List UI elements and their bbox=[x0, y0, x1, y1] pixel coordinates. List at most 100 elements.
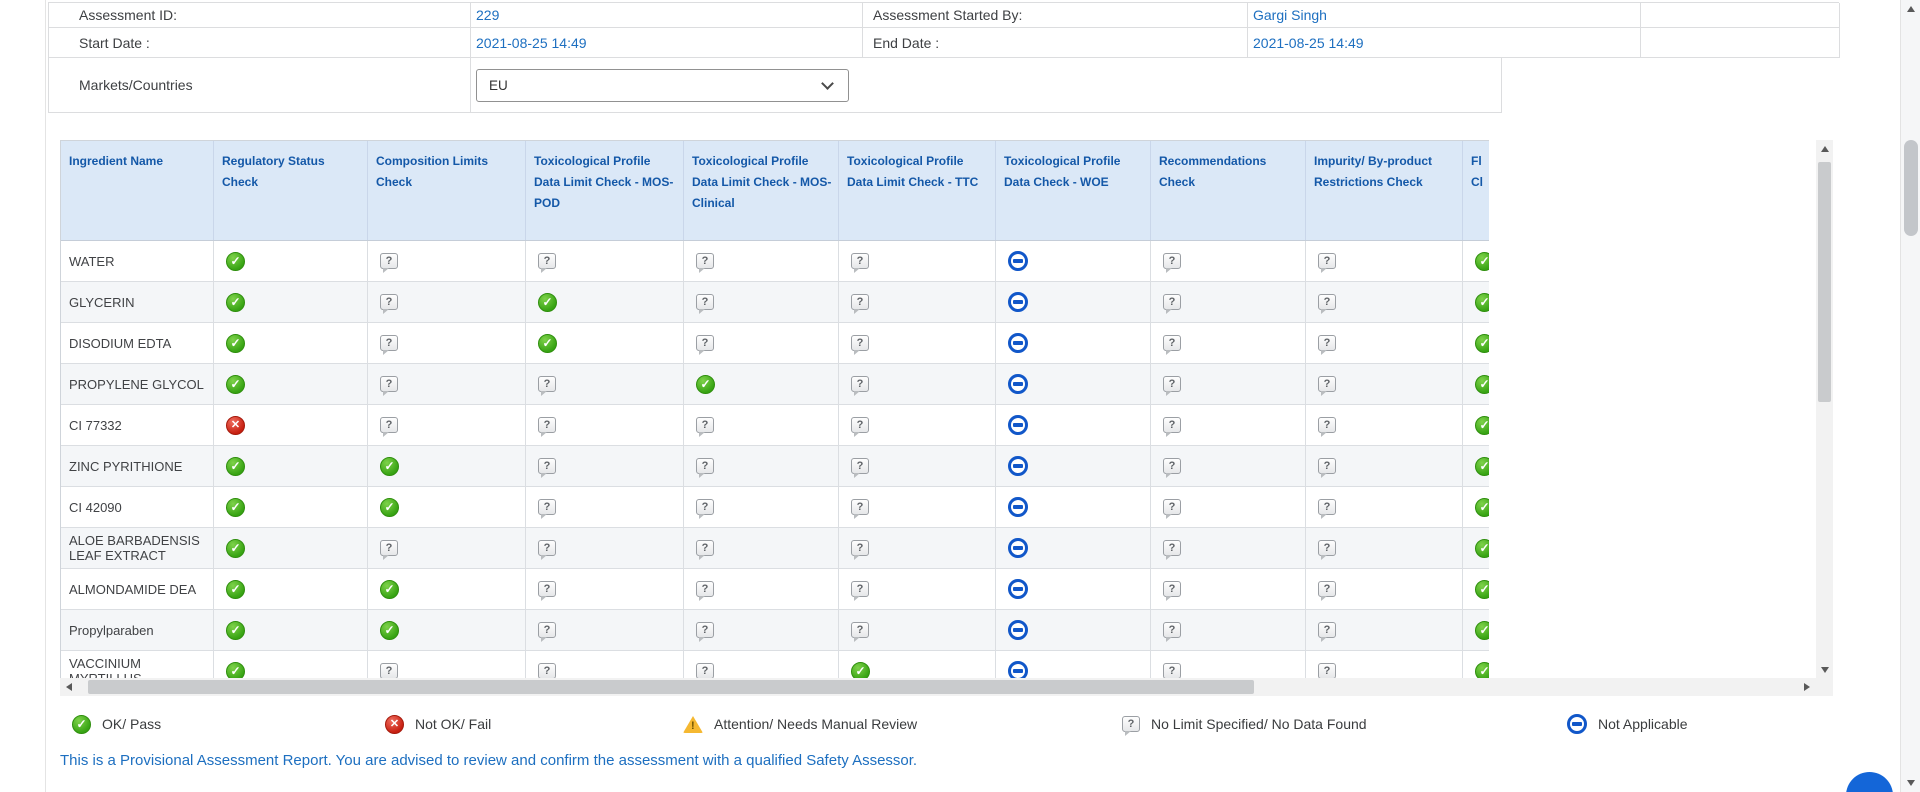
column-header: Toxicological Profile Data Limit Check -… bbox=[839, 141, 996, 240]
table-scroll-down-button[interactable] bbox=[1816, 661, 1833, 678]
no-data-icon bbox=[1163, 581, 1181, 601]
status-cell bbox=[526, 323, 684, 363]
no-data-icon bbox=[1163, 499, 1181, 519]
assessment-started-by-value[interactable]: Gargi Singh bbox=[1248, 3, 1641, 28]
status-cell bbox=[1306, 487, 1463, 527]
no-data-icon bbox=[538, 253, 556, 273]
pass-icon bbox=[380, 456, 399, 476]
status-cell bbox=[368, 487, 526, 527]
column-header: Ingredient Name bbox=[61, 141, 214, 240]
pass-icon bbox=[1475, 497, 1489, 517]
status-cell bbox=[1151, 610, 1306, 650]
status-cell bbox=[214, 610, 368, 650]
status-cell bbox=[526, 651, 684, 678]
status-cell bbox=[1463, 241, 1489, 281]
page-scroll-up-button[interactable] bbox=[1901, 0, 1920, 18]
ingredient-name-cell: Propylparaben bbox=[61, 610, 214, 650]
table-vertical-scrollbar-thumb[interactable] bbox=[1818, 162, 1831, 402]
not-applicable-icon bbox=[1008, 497, 1028, 517]
ingredient-name-cell: DISODIUM EDTA bbox=[61, 323, 214, 363]
page-scroll-down-button[interactable] bbox=[1901, 774, 1920, 792]
no-data-icon bbox=[538, 458, 556, 478]
assessment-id-value[interactable]: 229 bbox=[471, 3, 863, 28]
pass-icon bbox=[1475, 661, 1489, 678]
status-cell bbox=[1306, 651, 1463, 678]
no-data-icon bbox=[1122, 716, 1140, 736]
no-data-icon bbox=[1318, 417, 1336, 437]
no-data-icon bbox=[1318, 376, 1336, 396]
no-data-icon bbox=[696, 499, 714, 519]
status-cell bbox=[839, 528, 996, 568]
status-cell bbox=[1463, 569, 1489, 609]
pass-icon bbox=[226, 538, 245, 558]
status-cell bbox=[839, 651, 996, 678]
info-empty-cell bbox=[1641, 3, 1840, 28]
page-scrollbar-thumb[interactable] bbox=[1904, 140, 1918, 236]
status-cell bbox=[684, 528, 839, 568]
status-cell bbox=[684, 446, 839, 486]
markets-cell: EU bbox=[471, 58, 1502, 113]
column-header: Toxicological Profile Data Limit Check -… bbox=[526, 141, 684, 240]
table-vertical-scrollbar[interactable] bbox=[1816, 140, 1833, 678]
pass-icon bbox=[226, 497, 245, 517]
status-cell bbox=[1306, 241, 1463, 281]
table-scroll-left-button[interactable] bbox=[60, 678, 78, 696]
column-header: Impurity/ By-product Restrictions Check bbox=[1306, 141, 1463, 240]
status-cell bbox=[526, 364, 684, 404]
floating-action-button[interactable] bbox=[1846, 772, 1893, 792]
page-scrollbar[interactable] bbox=[1900, 0, 1920, 792]
pass-icon bbox=[226, 251, 245, 271]
status-cell bbox=[684, 241, 839, 281]
provisional-note: This is a Provisional Assessment Report.… bbox=[60, 752, 918, 769]
ingredient-name-cell: ALMONDAMIDE DEA bbox=[61, 569, 214, 609]
status-cell bbox=[526, 405, 684, 445]
table-row: VACCINIUM MYRTILLUS bbox=[61, 651, 1489, 678]
table-scroll-right-button[interactable] bbox=[1798, 678, 1816, 696]
status-cell bbox=[684, 282, 839, 322]
status-cell bbox=[684, 569, 839, 609]
status-cell bbox=[1306, 323, 1463, 363]
pass-icon bbox=[226, 292, 245, 312]
not-applicable-icon bbox=[1008, 579, 1028, 599]
status-cell bbox=[1306, 569, 1463, 609]
status-cell bbox=[1151, 282, 1306, 322]
legend-label: Attention/ Needs Manual Review bbox=[714, 716, 918, 732]
no-data-icon bbox=[538, 663, 556, 678]
legend-item: OK/ Pass bbox=[72, 712, 161, 736]
status-cell bbox=[526, 569, 684, 609]
column-header: Recommendations Check bbox=[1151, 141, 1306, 240]
pass-icon bbox=[380, 620, 399, 640]
no-data-icon bbox=[851, 376, 869, 396]
table-scroll-up-button[interactable] bbox=[1816, 140, 1833, 157]
start-date-value[interactable]: 2021-08-25 14:49 bbox=[471, 28, 863, 58]
table-horizontal-scrollbar[interactable] bbox=[60, 678, 1816, 696]
no-data-icon bbox=[1318, 540, 1336, 560]
status-cell bbox=[1151, 241, 1306, 281]
info-row: Start Date : 2021-08-25 14:49 End Date :… bbox=[48, 28, 1840, 58]
no-data-icon bbox=[1163, 417, 1181, 437]
table-horizontal-scrollbar-thumb[interactable] bbox=[88, 680, 1254, 694]
no-data-icon bbox=[1163, 458, 1181, 478]
status-cell bbox=[368, 651, 526, 678]
markets-countries-label: Markets/Countries bbox=[49, 58, 471, 113]
no-data-icon bbox=[851, 417, 869, 437]
assessment-info-table: Assessment ID: 229 Assessment Started By… bbox=[48, 2, 1840, 113]
legend-label: Not OK/ Fail bbox=[415, 716, 492, 732]
end-date-value[interactable]: 2021-08-25 14:49 bbox=[1248, 28, 1641, 58]
status-cell bbox=[684, 323, 839, 363]
table-row: ZINC PYRITHIONE bbox=[61, 446, 1489, 487]
no-data-icon bbox=[1318, 458, 1336, 478]
pass-icon bbox=[1475, 620, 1489, 640]
results-table: Ingredient Name Regulatory Status Check Co… bbox=[60, 140, 1489, 678]
legend-item: Not OK/ Fail bbox=[385, 712, 491, 736]
pass-icon bbox=[226, 661, 245, 678]
column-header: Fl Cl bbox=[1471, 154, 1483, 189]
no-data-icon bbox=[1163, 622, 1181, 642]
pass-icon bbox=[696, 374, 715, 394]
arrow-down-icon bbox=[1820, 666, 1829, 673]
status-cell bbox=[996, 323, 1151, 363]
status-cell bbox=[368, 569, 526, 609]
no-data-icon bbox=[1163, 540, 1181, 560]
no-data-icon bbox=[851, 499, 869, 519]
markets-select[interactable]: EU bbox=[476, 68, 849, 102]
